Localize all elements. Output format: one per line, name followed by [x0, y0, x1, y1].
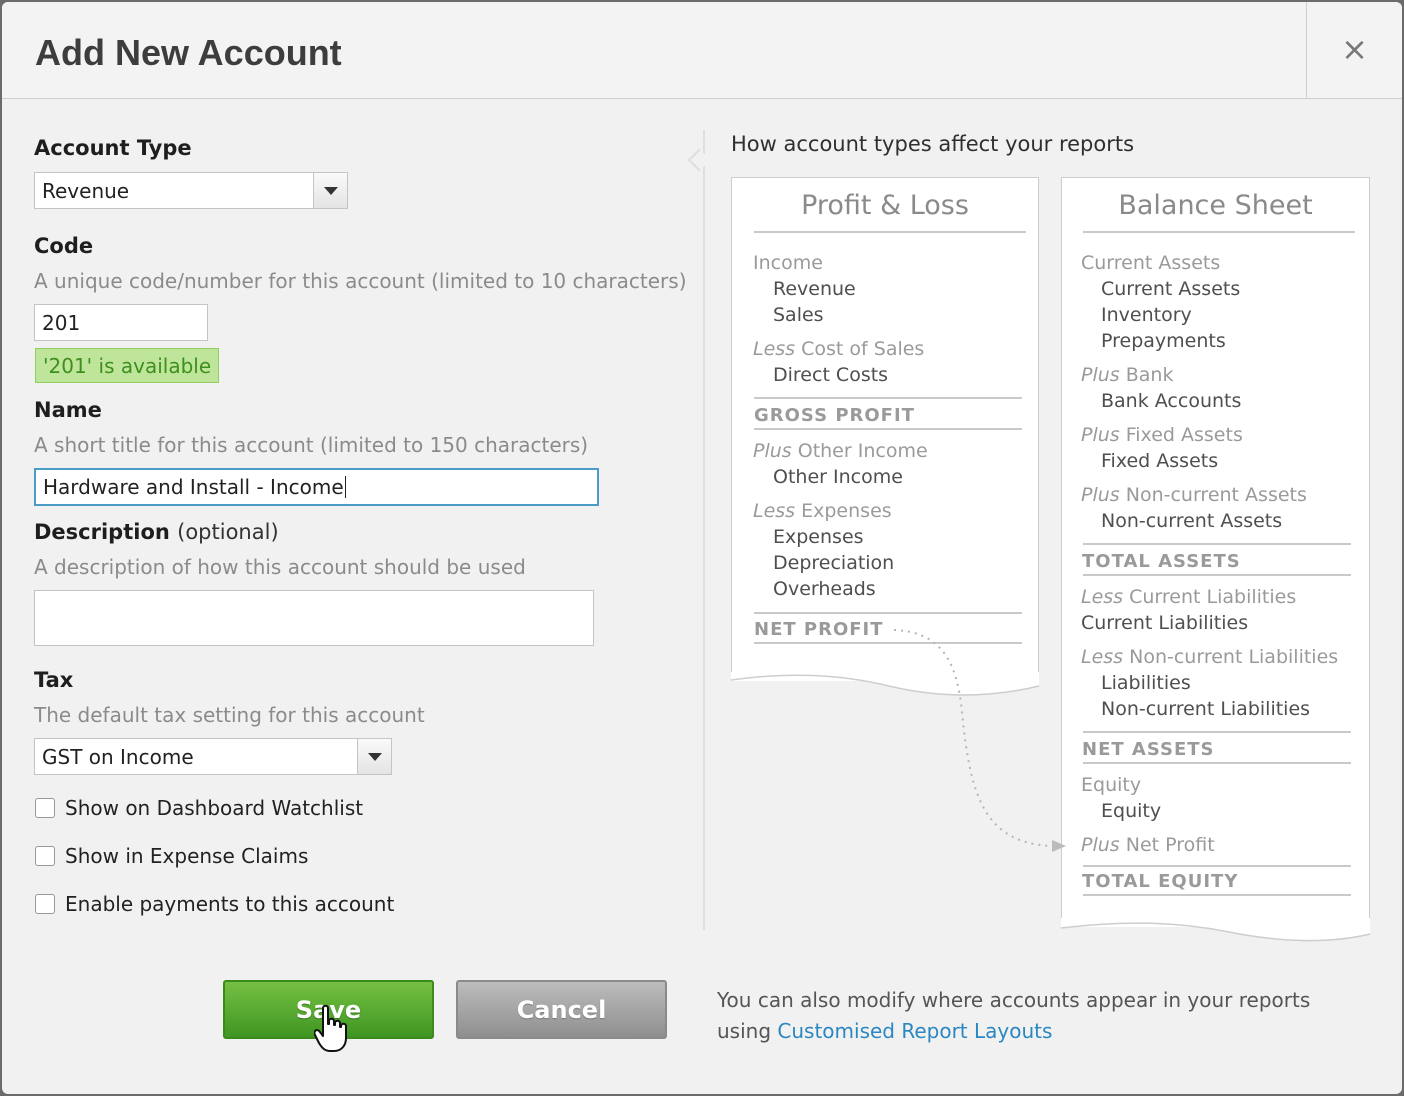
account-type-value: Revenue	[42, 178, 130, 203]
description-label-text: Description	[34, 520, 170, 544]
tax-label: Tax	[34, 668, 74, 692]
chevron-down-icon[interactable]	[357, 739, 391, 774]
account-type-select[interactable]: Revenue	[34, 172, 348, 209]
pl-overheads: Overheads	[773, 578, 876, 600]
panel-divider	[703, 130, 705, 930]
pl-title-rule	[754, 231, 1026, 233]
enable-payments-checkbox[interactable]	[35, 894, 55, 914]
pl-gross-profit: GROSS PROFIT	[754, 405, 915, 426]
expense-claims-checkbox-label: Show in Expense Claims	[65, 844, 309, 868]
code-hint: A unique code/number for this account (l…	[34, 269, 687, 293]
pl-plus-other-income: Plus Other Income	[753, 440, 928, 462]
watchlist-checkbox[interactable]	[35, 798, 55, 818]
bs-plus-fixed-assets: Plus Fixed Assets	[1081, 424, 1243, 446]
tax-value: GST on Income	[42, 744, 194, 769]
tax-hint: The default tax setting for this account	[34, 703, 425, 727]
reports-heading: How account types affect your reports	[731, 132, 1135, 156]
balance-sheet-torn-edge	[1060, 918, 1371, 942]
pl-depreciation: Depreciation	[773, 552, 895, 574]
customised-report-layouts-link[interactable]: Customised Report Layouts	[777, 1019, 1052, 1043]
bs-prepayments: Prepayments	[1101, 330, 1226, 352]
pl-less-cost-of-sales: Less Cost of Sales	[753, 338, 925, 360]
enable-payments-checkbox-label: Enable payments to this account	[65, 892, 395, 916]
bs-net-assets: NET ASSETS	[1082, 739, 1215, 760]
bs-plus-noncurrent-assets: Plus Non-current Assets	[1081, 484, 1307, 506]
bs-plus-net-profit: Plus Net Profit	[1081, 834, 1215, 856]
expense-claims-checkbox[interactable]	[35, 846, 55, 866]
bs-rule	[1083, 574, 1351, 576]
code-input[interactable]: 201	[34, 304, 208, 341]
watchlist-checkbox-row[interactable]: Show on Dashboard Watchlist	[35, 796, 363, 820]
pl-revenue: Revenue	[773, 278, 856, 300]
add-account-dialog: Add New Account × Account Type Revenue C…	[2, 2, 1402, 1094]
bs-equity-head: Equity	[1081, 774, 1142, 796]
pl-rule	[754, 428, 1022, 430]
bs-rule	[1083, 894, 1351, 896]
footer-note: You can also modify where accounts appea…	[717, 985, 1310, 1047]
bs-noncurrent-liabilities: Non-current Liabilities	[1101, 698, 1311, 720]
pl-other-income: Other Income	[773, 466, 903, 488]
bs-noncurrent-assets: Non-current Assets	[1101, 510, 1283, 532]
bs-inventory: Inventory	[1101, 304, 1192, 326]
description-input[interactable]	[34, 590, 594, 646]
panel-pointer	[687, 148, 711, 172]
name-value: Hardware and Install - Income	[43, 475, 344, 499]
bs-less-noncurrent-liabilities: Less Non-current Liabilities	[1081, 646, 1339, 668]
bs-bank-accounts: Bank Accounts	[1101, 390, 1242, 412]
bs-rule	[1083, 731, 1351, 733]
cancel-button[interactable]: Cancel	[456, 980, 667, 1039]
footer-using: using	[717, 1019, 772, 1043]
code-label: Code	[34, 234, 94, 258]
close-button[interactable]: ×	[1306, 2, 1402, 99]
dialog-header: Add New Account ×	[2, 2, 1402, 99]
bs-liabilities: Liabilities	[1101, 672, 1191, 694]
pl-rule	[754, 612, 1022, 614]
pl-less-expenses: Less Expenses	[753, 500, 892, 522]
bs-rule	[1083, 762, 1351, 764]
bs-fixed-assets: Fixed Assets	[1101, 450, 1219, 472]
hand-pointer-icon	[314, 1004, 347, 1052]
bs-current-liabilities: Current Liabilities	[1081, 612, 1249, 634]
bs-title-rule	[1083, 231, 1355, 233]
watchlist-checkbox-label: Show on Dashboard Watchlist	[65, 796, 364, 820]
bs-total-equity: TOTAL EQUITY	[1082, 871, 1239, 892]
bs-total-assets: TOTAL ASSETS	[1082, 551, 1241, 572]
tax-select[interactable]: GST on Income	[34, 738, 392, 775]
net-profit-connector-arrow	[893, 629, 1066, 852]
pl-sales: Sales	[773, 304, 824, 326]
description-label: Description (optional)	[34, 520, 279, 544]
expense-claims-checkbox-row[interactable]: Show in Expense Claims	[35, 844, 308, 868]
description-hint: A description of how this account should…	[34, 555, 526, 579]
profit-loss-title: Profit & Loss	[801, 190, 969, 221]
bs-current-assets: Current Assets	[1101, 278, 1241, 300]
bs-plus-bank: Plus Bank	[1081, 364, 1174, 386]
description-optional: (optional)	[177, 520, 279, 544]
text-caret	[344, 476, 346, 498]
pl-rule	[754, 397, 1022, 399]
balance-sheet-title: Balance Sheet	[1118, 190, 1313, 221]
code-value: 201	[42, 310, 81, 335]
footer-note-text: You can also modify where accounts appea…	[717, 988, 1311, 1012]
name-hint: A short title for this account (limited …	[34, 433, 589, 457]
pl-direct-costs: Direct Costs	[773, 364, 889, 386]
bs-rule	[1083, 543, 1351, 545]
account-type-label: Account Type	[34, 136, 192, 160]
dialog-title: Add New Account	[35, 32, 342, 73]
pl-income: Income	[753, 252, 823, 274]
bs-less-current-liabilities: Less Current Liabilities	[1081, 586, 1297, 608]
pl-expenses: Expenses	[773, 526, 864, 548]
name-label: Name	[34, 398, 102, 422]
chevron-down-icon[interactable]	[313, 173, 347, 208]
name-input[interactable]: Hardware and Install - Income	[34, 468, 599, 506]
code-available-badge: '201' is available	[35, 348, 220, 383]
bs-current-assets-head: Current Assets	[1081, 252, 1221, 274]
enable-payments-checkbox-row[interactable]: Enable payments to this account	[35, 892, 394, 916]
pl-net-profit: NET PROFIT	[754, 619, 884, 640]
bs-rule	[1083, 865, 1351, 867]
bs-equity: Equity	[1101, 800, 1162, 822]
